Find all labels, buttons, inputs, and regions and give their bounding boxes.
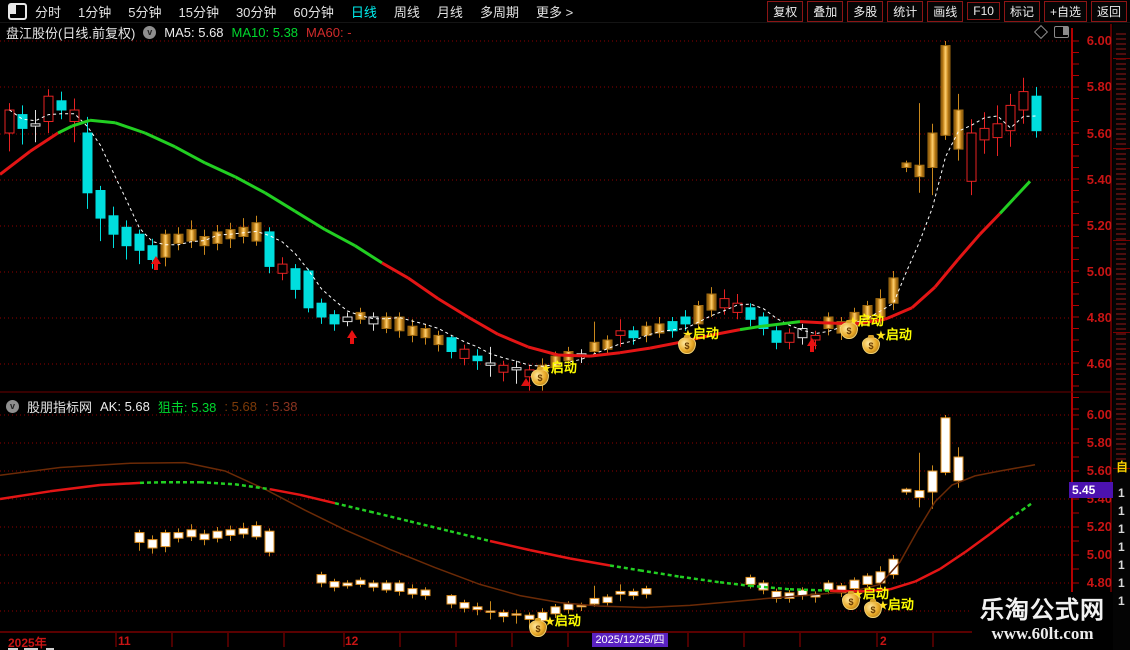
price-tick-label: 5.00 xyxy=(1086,264,1112,279)
ma10-value: MA10: 5.38 xyxy=(231,24,299,40)
chevron-down-icon[interactable]: v xyxy=(6,399,19,413)
sidebar-divider xyxy=(1113,148,1130,149)
toolbar-button-复权[interactable]: 复权 xyxy=(767,0,804,22)
toolbar-button-F10[interactable]: F10 xyxy=(967,2,1000,20)
ma5-value: MA5: 5.68 xyxy=(164,24,224,40)
right-sidebar[interactable]: 自 1 1 1 1 1 1 1 xyxy=(1113,24,1130,650)
menu-item-周线[interactable]: 周线 xyxy=(394,2,420,21)
candlestick-chart[interactable] xyxy=(0,0,1130,650)
toolbar-button-+自选[interactable]: +自选 xyxy=(1043,0,1087,22)
qidong-text: 启动 xyxy=(554,613,581,628)
price-tick-label: 5.40 xyxy=(1086,172,1112,187)
sidebar-list-mark[interactable]: 1 xyxy=(1118,594,1125,608)
watermark-site-name: 乐淘公式网 xyxy=(980,597,1105,624)
price-tick-label: 5.00 xyxy=(1086,547,1112,562)
sidebar-divider xyxy=(1113,58,1130,59)
menu-item-60分钟[interactable]: 60分钟 xyxy=(293,2,333,21)
menu-item-更多 >[interactable]: 更多 > xyxy=(536,2,573,21)
sidebar-list-mark[interactable]: 1 xyxy=(1118,486,1125,500)
menu-item-5分钟[interactable]: 5分钟 xyxy=(128,2,161,21)
toolbar-button-画线[interactable]: 画线 xyxy=(927,0,964,22)
menu-item-日线[interactable]: 日线 xyxy=(351,2,377,21)
qidong-text: 启动 xyxy=(692,326,719,341)
price-tick-label: 5.60 xyxy=(1086,463,1112,478)
menu-item-15分钟[interactable]: 15分钟 xyxy=(178,2,218,21)
qidong-text: 启动 xyxy=(885,327,912,342)
price-tick-label: 5.20 xyxy=(1086,218,1112,233)
watermark: 乐淘公式网 www.60lt.com xyxy=(972,592,1113,650)
chart-corner-icons xyxy=(1033,24,1069,40)
app-window: 分时 1分钟 5分钟 15分钟 30分钟 60分钟 日线 周线 月线 多周期 更多 > 复权 叠加 多股… xyxy=(0,0,1130,650)
sidebar-list-mark[interactable]: 1 xyxy=(1118,576,1125,590)
price-tick-label: 4.80 xyxy=(1086,575,1112,590)
price-tick-label: 6.00 xyxy=(1086,407,1112,422)
qidong-signal-label: ★启动 xyxy=(545,610,581,630)
sidebar-divider xyxy=(1113,240,1130,241)
sidebar-list-mark[interactable]: 1 xyxy=(1118,504,1125,518)
dim-value-1: : 5.68 xyxy=(224,398,257,414)
time-tick-label: 11 xyxy=(118,634,131,648)
price-tick-label: 5.20 xyxy=(1086,519,1112,534)
watermark-url: www.60lt.com xyxy=(991,624,1094,643)
price-tick-label: 6.00 xyxy=(1086,33,1112,48)
sidebar-glyphs xyxy=(1116,30,1126,460)
toolbar-button-统计[interactable]: 统计 xyxy=(887,0,924,22)
menu-item-月线[interactable]: 月线 xyxy=(437,2,463,21)
stock-title: 盘江股份(日线.前复权) xyxy=(6,25,136,41)
qidong-signal-label: ★启动 xyxy=(878,594,914,614)
dim-value-2: : 5.38 xyxy=(264,398,298,414)
price-tick-label: 4.60 xyxy=(1086,356,1112,371)
period-tabs: 分时 1分钟 5分钟 15分钟 30分钟 60分钟 日线 周线 月线 多周期 更多 > xyxy=(35,2,573,21)
current-price-tag: 5.45 xyxy=(1069,482,1117,498)
price-tick-label: 4.80 xyxy=(1086,310,1112,325)
toolbar-button-标记[interactable]: 标记 xyxy=(1003,0,1040,22)
time-tick-label: 2 xyxy=(880,634,887,648)
menu-item-多周期[interactable]: 多周期 xyxy=(480,2,519,21)
window-split-icon[interactable] xyxy=(8,2,27,20)
price-tick-label: 5.80 xyxy=(1086,435,1112,450)
sniper-value: 狙击: 5.38 xyxy=(157,399,217,415)
qidong-signal-label: ★启动 xyxy=(876,324,912,344)
chevron-down-icon[interactable]: v xyxy=(143,25,157,39)
menu-bar: 分时 1分钟 5分钟 15分钟 30分钟 60分钟 日线 周线 月线 多周期 更多 > 复权 叠加 多股… xyxy=(0,0,1130,23)
menu-item-分时[interactable]: 分时 xyxy=(35,2,61,21)
menu-item-30分钟[interactable]: 30分钟 xyxy=(236,2,276,21)
sidebar-list-mark[interactable]: 1 xyxy=(1118,540,1125,554)
diamond-icon[interactable] xyxy=(1033,24,1049,40)
qidong-text: 启动 xyxy=(550,360,577,375)
toolbar-button-叠加[interactable]: 叠加 xyxy=(807,0,844,22)
time-tick-label: 12 xyxy=(345,634,359,648)
ma60-value: MA60: - xyxy=(306,24,352,40)
menu-item-1分钟[interactable]: 1分钟 xyxy=(78,2,111,21)
toolbar-buttons: 复权 叠加 多股 统计 画线 F10 标记 +自选 返回 xyxy=(767,0,1130,22)
sub-chart-header: v 股朋指标网 AK: 5.68 狙击: 5.38 : 5.68 : 5.38 xyxy=(6,398,298,415)
main-chart-header: 盘江股份(日线.前复权) v MA5: 5.68 MA10: 5.38 MA60… xyxy=(6,24,352,41)
price-tick-label: 5.80 xyxy=(1086,79,1112,94)
price-tick-label: 5.60 xyxy=(1086,126,1112,141)
selected-date-tag: 2025/12/25/四 xyxy=(592,633,668,647)
toolbar-button-返回[interactable]: 返回 xyxy=(1090,0,1127,22)
sidebar-list-mark[interactable]: 1 xyxy=(1118,558,1125,572)
qidong-text: 启动 xyxy=(887,597,914,612)
panel-layout-icon[interactable] xyxy=(1054,26,1069,38)
sidebar-tab-label[interactable]: 自 xyxy=(1116,458,1128,475)
sidebar-divider xyxy=(1113,332,1130,333)
sidebar-list-mark[interactable]: 1 xyxy=(1118,522,1125,536)
ak-value: AK: 5.68 xyxy=(100,398,150,414)
toolbar-button-多股[interactable]: 多股 xyxy=(847,0,884,22)
indicator-title: 股朋指标网 xyxy=(27,399,93,415)
